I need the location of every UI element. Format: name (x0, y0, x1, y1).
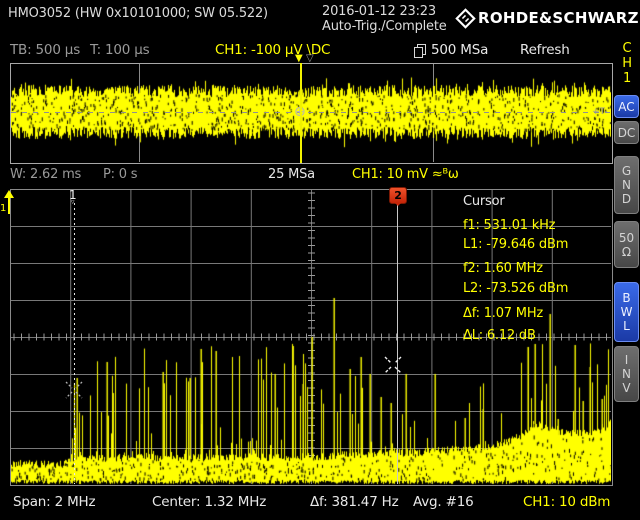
cursor1-cross-marker[interactable] (64, 380, 84, 400)
resolution-bandwidth-label: Δf: 381.47 Hz (310, 494, 399, 510)
center-frequency-label: Center: 1.32 MHz (152, 494, 266, 510)
cursor-f1-readout: f1: 531.01 kHz (463, 218, 555, 233)
cursor-f2-readout: f2: 1.60 MHz (463, 261, 543, 276)
cursor-delta-f-readout: Δf: 1.07 MHz (463, 306, 543, 321)
coupling-dc-button[interactable]: DC (614, 121, 639, 144)
fft-scale-label: CH1: 10 dBm (523, 494, 610, 510)
bandwidth-limit-button[interactable]: B W L (614, 282, 639, 342)
cursor2-line[interactable] (397, 203, 398, 484)
cursor2-cross-marker[interactable] (383, 355, 403, 375)
cursor-delta-l-readout: ΔL: 6.12 dB (463, 328, 536, 343)
cursor-panel-title: Cursor (463, 194, 505, 209)
cursor1-tick-icon: ▿ (71, 198, 74, 206)
coupling-ac-button[interactable]: AC (614, 95, 639, 118)
oscilloscope-screen: HMO3052 (HW 0x10101000; SW 05.522) 2016-… (0, 0, 640, 520)
average-count-label: Avg. #16 (413, 494, 473, 510)
cursor2-badge[interactable]: 2 (389, 187, 407, 204)
span-label: Span: 2 MHz (13, 494, 95, 510)
coupling-gnd-button[interactable]: G N D (614, 156, 639, 214)
trace-number: 1 (0, 203, 6, 214)
channel-badge: C H 1 (617, 41, 637, 86)
termination-50ohm-button[interactable]: 50 Ω (614, 221, 639, 268)
cursor-l2-readout: L2: -73.526 dBm (463, 281, 568, 296)
cursor1-line[interactable] (74, 203, 75, 484)
fft-trace-marker: 1 (1, 190, 17, 217)
invert-button[interactable]: I N V (614, 346, 639, 402)
cursor-l1-readout: L1: -79.646 dBm (463, 237, 568, 252)
